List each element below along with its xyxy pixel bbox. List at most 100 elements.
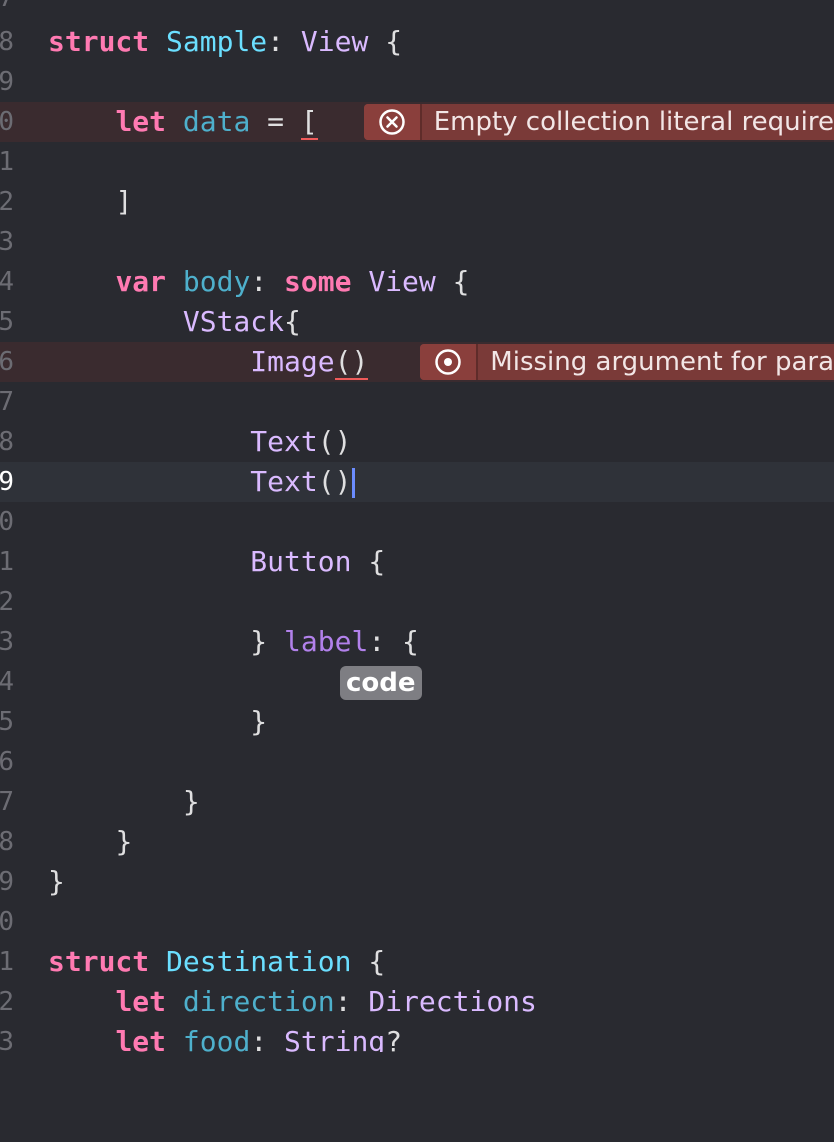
type-ref: Directions bbox=[368, 985, 537, 1018]
code-line-error[interactable]: 6 Image() Missing argument for para bbox=[0, 342, 834, 382]
code-line[interactable]: 4 code bbox=[0, 662, 834, 702]
code-line[interactable]: 7 } bbox=[0, 782, 834, 822]
line-number: 1 bbox=[0, 947, 14, 977]
type-name: Destination bbox=[166, 945, 352, 978]
error-dot-circle-icon[interactable] bbox=[420, 344, 479, 380]
code-line[interactable]: 3 bbox=[0, 222, 834, 262]
type-ref: Text bbox=[250, 425, 318, 458]
code-line[interactable]: 8 struct Sample: View { bbox=[0, 22, 834, 62]
keyword: struct bbox=[48, 25, 150, 58]
code-placeholder-token[interactable]: code bbox=[340, 666, 422, 700]
error-banner[interactable]: Missing argument for para bbox=[420, 344, 834, 380]
error-x-circle-icon[interactable] bbox=[364, 104, 422, 140]
punctuation: ? bbox=[385, 1025, 403, 1052]
punctuation: : bbox=[250, 1025, 268, 1052]
code-line[interactable]: 5 VStack{ bbox=[0, 302, 834, 342]
identifier: direction bbox=[182, 985, 335, 1018]
argument-label: label bbox=[284, 625, 369, 658]
line-number: 3 bbox=[0, 627, 14, 657]
code-line[interactable]: 7 bbox=[0, 382, 834, 422]
code-line[interactable]: 9 } bbox=[0, 862, 834, 902]
identifier: body bbox=[182, 265, 251, 298]
keyword: var bbox=[115, 265, 167, 298]
line-number: 2 bbox=[0, 987, 14, 1017]
code-line[interactable]: 6 bbox=[0, 742, 834, 782]
punctuation: () bbox=[317, 425, 352, 458]
code-line[interactable]: 8 Text() bbox=[0, 422, 834, 462]
code-line-error[interactable]: 0 let data = [ Empty collection literal … bbox=[0, 102, 834, 142]
code-line[interactable]: 4 var body: some View { bbox=[0, 262, 834, 302]
code-line[interactable]: 2 ] bbox=[0, 182, 834, 222]
punctuation: } bbox=[48, 865, 65, 898]
line-number: 5 bbox=[0, 707, 14, 737]
punctuation: : bbox=[250, 265, 268, 298]
type-ref: View bbox=[300, 25, 369, 58]
punctuation: { bbox=[368, 945, 386, 978]
punctuation: { bbox=[368, 545, 386, 578]
line-number: 0 bbox=[0, 107, 14, 137]
line-number: 6 bbox=[0, 747, 14, 777]
punctuation: } bbox=[250, 705, 268, 738]
punctuation: } bbox=[250, 625, 268, 658]
line-number: 8 bbox=[0, 27, 14, 57]
line-number: 4 bbox=[0, 667, 14, 697]
line-number: 9 bbox=[0, 467, 14, 497]
line-number: 7 bbox=[0, 387, 14, 417]
code-line[interactable]: 2 let direction: Directions bbox=[0, 982, 834, 1022]
code-line[interactable]: 2 bbox=[0, 582, 834, 622]
punctuation: : bbox=[334, 985, 352, 1018]
type-ref: Button bbox=[250, 545, 352, 578]
code-line[interactable]: 0 bbox=[0, 902, 834, 942]
punctuation: { bbox=[385, 25, 403, 58]
type-ref: Text bbox=[250, 465, 318, 498]
punctuation: { bbox=[402, 625, 419, 658]
code-line[interactable]: 5 } bbox=[0, 702, 834, 742]
code-line-current[interactable]: 9 Text() bbox=[0, 462, 834, 502]
keyword: let bbox=[115, 985, 167, 1018]
code-line[interactable]: 1 struct Destination { bbox=[0, 942, 834, 982]
line-number: 9 bbox=[0, 67, 14, 97]
type-ref: String bbox=[284, 1025, 386, 1052]
code-line[interactable]: 3 } label: { bbox=[0, 622, 834, 662]
line-number: 8 bbox=[0, 827, 14, 857]
line-number: 1 bbox=[0, 547, 14, 577]
punctuation: { bbox=[452, 265, 470, 298]
line-number: 3 bbox=[0, 1027, 14, 1052]
line-number: 2 bbox=[0, 187, 14, 217]
punctuation: : bbox=[267, 25, 285, 58]
error-message: Empty collection literal require bbox=[433, 107, 834, 137]
keyword: let bbox=[115, 1025, 167, 1052]
code-line[interactable]: 3 let food: String? bbox=[0, 1022, 834, 1052]
line-number: 5 bbox=[0, 307, 14, 337]
code-line[interactable]: 1 Button { bbox=[0, 542, 834, 582]
type-ref: VStack bbox=[182, 305, 285, 338]
operator: = bbox=[267, 105, 285, 138]
punctuation: } bbox=[182, 785, 200, 818]
type-name: Sample bbox=[166, 25, 268, 58]
line-number: 9 bbox=[0, 867, 14, 897]
line-number: 7 bbox=[0, 0, 40, 18]
line-number: 4 bbox=[0, 267, 14, 297]
punctuation: () bbox=[334, 345, 369, 380]
line-number: 8 bbox=[0, 427, 14, 457]
error-message: Missing argument for para bbox=[490, 347, 834, 377]
punctuation: [ bbox=[300, 105, 318, 140]
identifier: data bbox=[182, 105, 251, 138]
code-line[interactable]: 1 bbox=[0, 142, 834, 182]
punctuation: : bbox=[368, 625, 386, 658]
line-number: 0 bbox=[0, 507, 14, 537]
punctuation: ] bbox=[115, 185, 133, 218]
code-line[interactable]: 7 bbox=[0, 0, 834, 18]
type-ref: Image bbox=[250, 345, 335, 378]
error-banner[interactable]: Empty collection literal require bbox=[364, 104, 834, 140]
code-editor[interactable]: 7 8 struct Sample: View { 9 0 let data =… bbox=[0, 0, 834, 1052]
line-number: 2 bbox=[0, 587, 14, 617]
type-ref: View bbox=[368, 265, 436, 298]
punctuation: } bbox=[115, 825, 133, 858]
code-line[interactable]: 8 } bbox=[0, 822, 834, 862]
punctuation: () bbox=[317, 465, 352, 498]
keyword: struct bbox=[48, 945, 150, 978]
code-line[interactable]: 9 bbox=[0, 62, 834, 102]
line-number: 1 bbox=[0, 147, 14, 177]
code-line[interactable]: 0 bbox=[0, 502, 834, 542]
